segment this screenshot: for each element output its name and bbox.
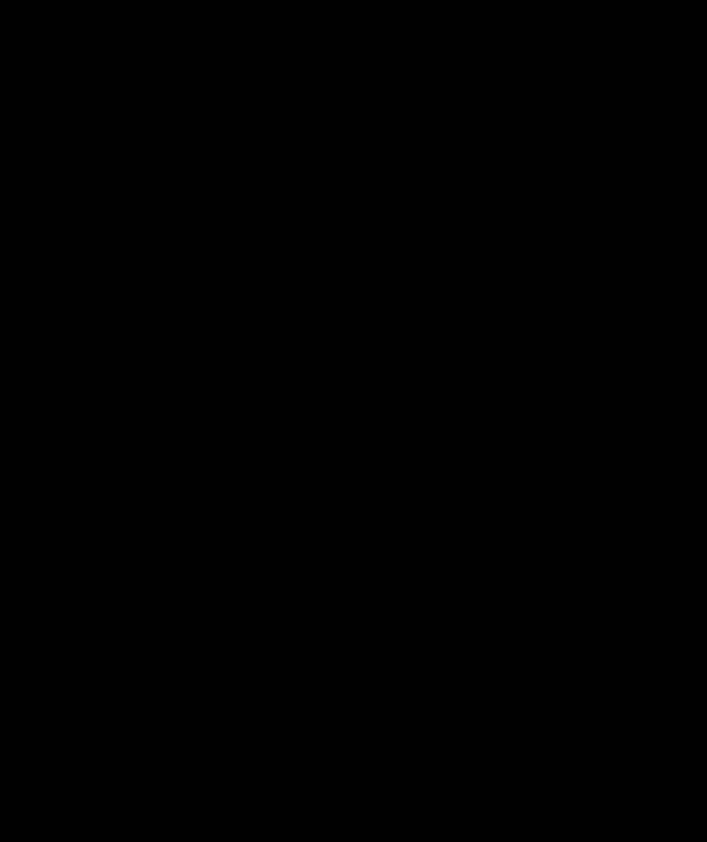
radar-scene [0,0,707,842]
radar-window [0,0,707,842]
